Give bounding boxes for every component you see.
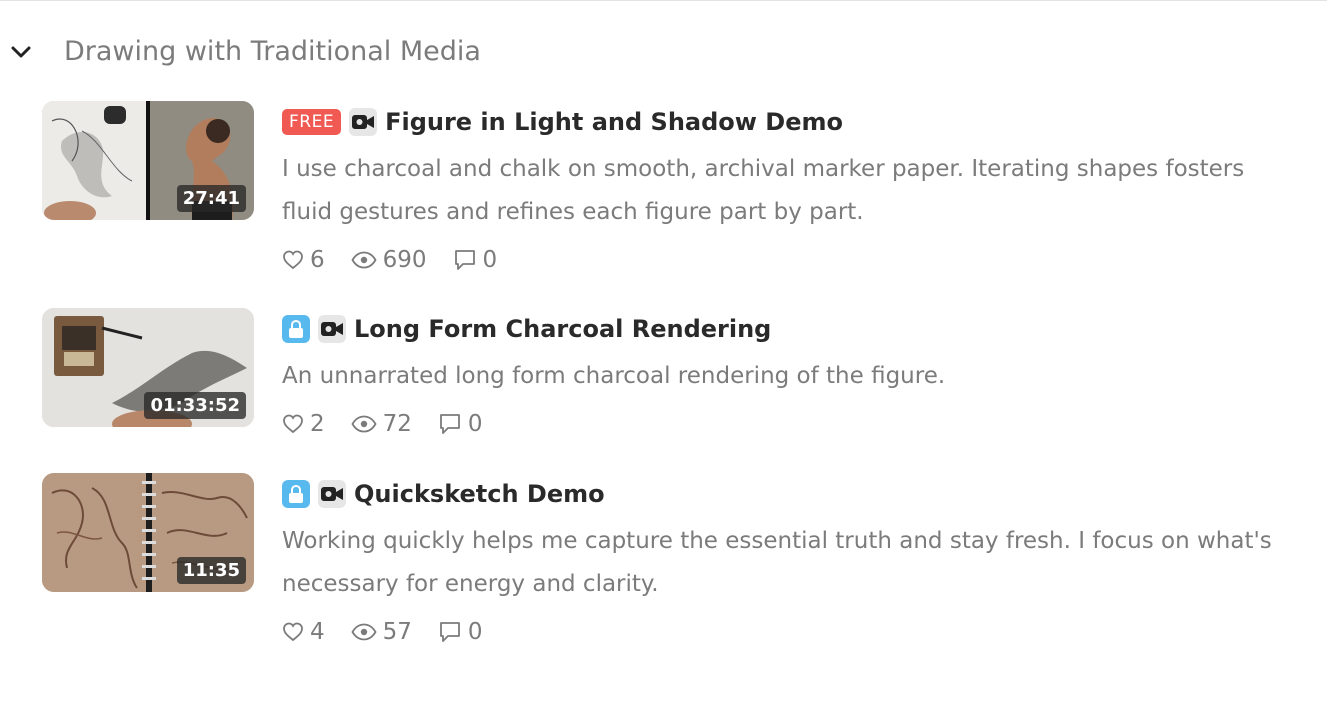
lock-icon	[282, 315, 310, 343]
like-count-value: 4	[310, 619, 325, 645]
lesson-stats: 4 57 0	[282, 616, 1292, 648]
video-thumbnail[interactable]: 01:33:52	[42, 308, 254, 427]
speech-bubble-icon	[440, 414, 460, 434]
lesson-description: I use charcoal and chalk on smooth, arch…	[282, 156, 1245, 225]
chevron-down-icon[interactable]	[10, 41, 32, 63]
video-camera-icon	[318, 315, 346, 343]
lesson-stats: 6 690 0	[282, 244, 1292, 276]
like-count-value: 6	[310, 247, 325, 273]
comment-count[interactable]: 0	[438, 619, 483, 645]
view-count-value: 72	[382, 411, 412, 437]
like-count[interactable]: 6	[282, 247, 325, 273]
heart-icon	[283, 622, 303, 642]
speech-bubble-icon	[440, 622, 460, 642]
video-camera-icon	[349, 108, 378, 136]
video-camera-icon	[318, 480, 346, 508]
eye-icon	[351, 415, 377, 433]
eye-icon	[351, 251, 377, 269]
lesson-title[interactable]: Quicksketch Demo	[354, 480, 605, 508]
lock-icon	[282, 480, 310, 508]
lesson-title[interactable]: Long Form Charcoal Rendering	[354, 315, 771, 343]
lesson-description: Working quickly helps me capture the ess…	[282, 528, 1272, 597]
section-header[interactable]: Drawing with Traditional Media	[0, 28, 700, 76]
eye-icon	[351, 623, 377, 641]
comment-count[interactable]: 0	[453, 247, 498, 273]
view-count: 72	[351, 411, 412, 437]
view-count-value: 57	[382, 619, 412, 645]
like-count[interactable]: 2	[282, 411, 325, 437]
view-count-value: 690	[382, 247, 427, 273]
speech-bubble-icon	[454, 250, 475, 270]
video-thumbnail[interactable]: 27:41	[42, 101, 254, 220]
lesson-description: An unnarrated long form charcoal renderi…	[282, 363, 946, 389]
free-badge: FREE	[282, 109, 342, 135]
video-duration: 01:33:52	[144, 392, 246, 419]
top-divider	[0, 0, 1327, 1]
video-duration: 11:35	[176, 557, 246, 584]
view-count: 57	[351, 619, 412, 645]
heart-icon	[283, 414, 303, 434]
comment-count[interactable]: 0	[438, 411, 483, 437]
video-duration: 27:41	[176, 185, 246, 212]
like-count[interactable]: 4	[282, 619, 325, 645]
comment-count-value: 0	[482, 247, 498, 273]
heart-icon	[283, 250, 303, 270]
video-thumbnail[interactable]: 11:35	[42, 473, 254, 592]
lesson-stats: 2 72 0	[282, 408, 1292, 440]
lesson-title[interactable]: Figure in Light and Shadow Demo	[385, 108, 843, 136]
view-count: 690	[351, 247, 427, 273]
like-count-value: 2	[310, 411, 325, 437]
section-title: Drawing with Traditional Media	[64, 36, 481, 67]
comment-count-value: 0	[467, 619, 483, 645]
comment-count-value: 0	[467, 411, 483, 437]
